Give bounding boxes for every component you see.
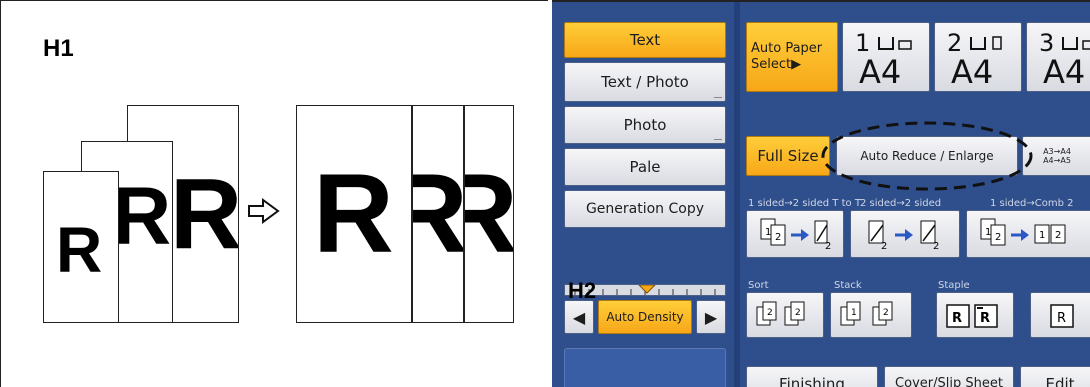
- density-decrease-button[interactable]: ◀: [564, 300, 594, 334]
- tab-label: Edit: [1045, 375, 1075, 387]
- tray-paper-size: A4: [1043, 53, 1086, 91]
- duplex-label-2: 2 sided→2 sided: [860, 198, 942, 209]
- svg-text:R: R: [1057, 311, 1066, 326]
- svg-text:2: 2: [933, 241, 939, 252]
- preset-ratio-line1: A3→A4: [1043, 147, 1071, 156]
- mode-button-generation-copy[interactable]: Generation Copy: [564, 190, 726, 228]
- mode-button-text-photo[interactable]: Text / Photo: [564, 62, 726, 102]
- svg-text:2: 2: [825, 241, 831, 252]
- duplex-label-3: 1 sided→Comb 2: [990, 198, 1074, 209]
- stack-button[interactable]: 1 2: [830, 292, 912, 338]
- mode-button-label: Text: [629, 31, 661, 49]
- original-sheet-small: R: [43, 171, 119, 323]
- more-indicator: [714, 139, 722, 140]
- sort-button[interactable]: 2 2: [746, 292, 824, 338]
- staple-icon: R R: [946, 304, 998, 328]
- density-increase-button[interactable]: ▶: [696, 300, 726, 334]
- staple-option-button[interactable]: R: [1030, 292, 1090, 338]
- paper-tray-2[interactable]: 2 A4: [934, 22, 1022, 92]
- staple-label: Staple: [938, 280, 970, 291]
- svg-text:R: R: [952, 311, 962, 326]
- full-size-label: Full Size: [757, 147, 819, 165]
- paper-tray-3[interactable]: 3 A4: [1026, 22, 1090, 92]
- auto-density-label: Auto Density: [606, 310, 684, 324]
- result-sheet: R: [464, 105, 514, 323]
- mode-button-label: Generation Copy: [585, 201, 705, 217]
- mode-button-label: Text / Photo: [601, 73, 689, 91]
- sheet-letter: R: [313, 151, 394, 276]
- svg-text:1: 1: [765, 227, 771, 238]
- svg-text:2: 2: [881, 241, 887, 252]
- duplex-1to2-button[interactable]: 12 2: [746, 210, 844, 258]
- svg-text:1: 1: [985, 227, 991, 238]
- sort-icon: 2 2: [756, 301, 805, 326]
- tray-paper-size: A4: [859, 53, 902, 91]
- sort-label: Sort: [748, 280, 769, 291]
- tab-edit[interactable]: Edit: [1020, 366, 1090, 387]
- preset-ratio-line2: A4→A5: [1043, 156, 1071, 165]
- figure-label-h2: H2: [568, 278, 597, 303]
- arrow-right-icon: ▶: [704, 307, 718, 327]
- duplex-1to2-icon: 12 2: [760, 218, 831, 252]
- svg-text:2: 2: [775, 232, 781, 243]
- copier-control-panel: Text Text / Photo Photo Pale Generation …: [552, 0, 1090, 387]
- svg-text:2: 2: [767, 308, 773, 318]
- tab-cover-slip-sheet[interactable]: Cover/Slip Sheet: [884, 366, 1014, 387]
- result-sheet: R: [296, 105, 412, 323]
- svg-text:2: 2: [795, 308, 801, 318]
- sheet-letter: R: [112, 171, 172, 262]
- auto-paper-select-button[interactable]: Auto Paper Select▶: [746, 22, 838, 92]
- auto-density-button[interactable]: Auto Density: [598, 300, 692, 334]
- tray-icon: [970, 36, 1002, 50]
- tab-label: Finishing: [779, 375, 845, 387]
- staple-button[interactable]: R R: [936, 292, 1014, 338]
- more-indicator: [714, 97, 722, 98]
- figure-label-h1: H1: [43, 35, 74, 62]
- stack-label: Stack: [834, 280, 862, 291]
- tray-icon: [878, 37, 912, 50]
- tab-finishing[interactable]: Finishing: [746, 366, 878, 387]
- mode-button-photo[interactable]: Photo: [564, 106, 726, 144]
- svg-text:1: 1: [851, 308, 857, 318]
- auto-paper-select-label: Auto Paper Select▶: [751, 41, 823, 72]
- highlight-ellipse: [821, 121, 1033, 191]
- tray-paper-size: A4: [951, 53, 994, 91]
- tab-label: Cover/Slip Sheet: [895, 376, 1003, 387]
- full-size-button[interactable]: Full Size: [746, 136, 830, 176]
- staple-option-icon: R: [1050, 304, 1074, 328]
- sheet-letter: R: [56, 214, 103, 286]
- tray-icon: [1062, 37, 1090, 50]
- mode-button-label: Photo: [623, 116, 667, 134]
- arrow-left-icon: ◀: [572, 307, 586, 327]
- duplex-2to2-button[interactable]: 2 2: [850, 210, 960, 258]
- duplex-label-1: 1 sided→2 sided T to T: [748, 198, 861, 209]
- paper-tray-1[interactable]: 1 A4: [842, 22, 930, 92]
- svg-text:2: 2: [995, 232, 1001, 243]
- sheet-letter: R: [465, 158, 513, 270]
- svg-text:1: 1: [1039, 230, 1045, 241]
- stack-icon: 1 2: [840, 301, 893, 326]
- arrow-right-icon: [248, 198, 280, 224]
- reduce-enlarge-diagram: H1 R R R R R R: [0, 0, 548, 387]
- status-area: [564, 348, 726, 387]
- sheet-letter: R: [413, 158, 463, 270]
- mode-button-text[interactable]: Text: [564, 22, 726, 58]
- sheet-letter: R: [170, 158, 239, 270]
- duplex-combine-icon: 12 12: [980, 218, 1066, 246]
- svg-text:2: 2: [1055, 230, 1061, 241]
- svg-text:R: R: [980, 311, 990, 326]
- svg-text:2: 2: [883, 308, 889, 318]
- mode-button-pale[interactable]: Pale: [564, 148, 726, 186]
- mode-button-label: Pale: [629, 158, 661, 176]
- result-sheet: R: [412, 105, 464, 323]
- duplex-2to2-icon: 2 2: [868, 220, 939, 252]
- panel-divider: [734, 2, 740, 387]
- duplex-combine-button[interactable]: 12 12: [966, 210, 1090, 258]
